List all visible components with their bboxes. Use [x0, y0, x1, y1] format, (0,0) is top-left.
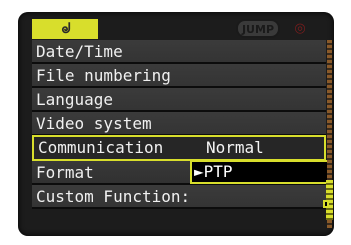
scrollbar[interactable] — [323, 40, 333, 228]
option-label: ►PTP — [194, 162, 233, 181]
menu-item-language[interactable]: Language — [32, 88, 326, 112]
communication-option-normal[interactable]: Normal — [206, 137, 264, 159]
menu-item-label: Video system — [36, 114, 152, 133]
menu-item-video-system[interactable]: Video system — [32, 112, 326, 136]
menu-item-communication[interactable]: Communication Normal — [32, 135, 326, 161]
setup-tab[interactable]: ᖙ — [32, 19, 98, 39]
menu-item-label: Language — [36, 90, 114, 109]
menu-item-date-time[interactable]: Date/Time — [32, 40, 326, 64]
menu-item-label: File numbering — [36, 66, 171, 85]
menu-item-file-numbering[interactable]: File numbering — [32, 64, 326, 88]
tools-icon: ᖙ — [61, 21, 71, 37]
menu-item-label: Date/Time — [36, 42, 123, 61]
custom-tab-icon[interactable]: ◎ — [288, 20, 312, 37]
menu-screen: ᖙ JUMP ◎ Date/Time File numbering Langua… — [18, 12, 334, 236]
communication-option-ptp[interactable]: ►PTP — [190, 160, 332, 184]
camera-lcd-bezel: ᖙ JUMP ◎ Date/Time File numbering Langua… — [0, 0, 351, 245]
jump-button[interactable]: JUMP — [236, 19, 280, 38]
menu-item-label: Communication — [38, 138, 164, 157]
menu-item-custom-function[interactable]: Custom Function: — [32, 185, 326, 209]
menu-item-label: Format — [36, 163, 94, 182]
scroll-position-marker — [323, 200, 329, 208]
menu-item-label: Custom Function: — [36, 187, 191, 206]
